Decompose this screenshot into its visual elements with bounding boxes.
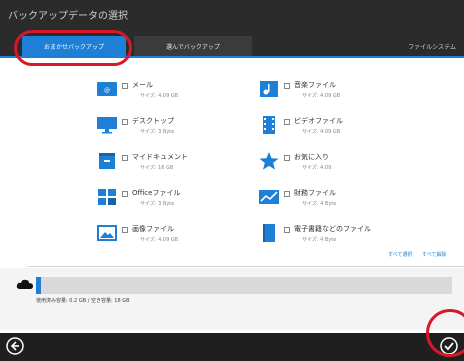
back-arrow-icon[interactable] xyxy=(6,337,24,355)
category-documents[interactable]: マイドキュメント サイズ: 16 GB xyxy=(96,150,266,180)
divider xyxy=(28,266,464,267)
favorites-checkbox[interactable] xyxy=(284,155,290,161)
picture-icon xyxy=(97,225,117,241)
documents-checkbox[interactable] xyxy=(122,155,128,161)
office-checkbox[interactable] xyxy=(122,191,128,197)
tab-underline xyxy=(0,56,464,58)
category-desktop[interactable]: デスクトップ サイズ: 3 Byte xyxy=(96,114,266,144)
file-system-link[interactable]: ファイルシステム xyxy=(408,42,456,51)
storage-panel: 使用済み容量: 0.2 GB / 空き容量: 18 GB xyxy=(0,268,464,330)
mail-icon: @ xyxy=(97,82,117,96)
item-label: マイドキュメント xyxy=(132,153,188,161)
item-label: 財務ファイル xyxy=(294,189,336,197)
storage-progress-fill xyxy=(36,277,41,294)
item-size: サイズ: 4 Byte xyxy=(302,237,337,243)
item-label: 音楽ファイル xyxy=(294,81,336,89)
item-size: サイズ: 4.09 GB xyxy=(302,93,341,99)
footer-bar xyxy=(0,333,464,361)
backup-category-grid: @ メール サイズ: 4.09 GB 音楽ファイル サイズ: 4.09 GB デ… xyxy=(0,68,464,263)
item-label: 電子書籍などのファイル xyxy=(294,225,371,233)
video-icon xyxy=(263,116,275,134)
category-ebooks[interactable]: 電子書籍などのファイル サイズ: 4 Byte xyxy=(258,222,428,252)
item-label: Officeファイル xyxy=(132,189,181,197)
category-mail[interactable]: @ メール サイズ: 4.09 GB xyxy=(96,78,266,108)
category-office[interactable]: Officeファイル サイズ: 3 Byte xyxy=(96,186,266,216)
office-icon xyxy=(98,189,116,205)
ebook-icon xyxy=(263,224,275,242)
star-icon xyxy=(259,152,279,170)
item-size: サイズ: 4 Byte xyxy=(302,201,337,207)
item-label: お気に入り xyxy=(294,153,329,161)
item-label: メール xyxy=(132,81,153,89)
item-size: サイズ: 4.09 GB xyxy=(302,129,341,135)
desktop-checkbox[interactable] xyxy=(122,119,128,125)
item-label: 画像ファイル xyxy=(132,225,174,233)
music-checkbox[interactable] xyxy=(284,83,290,89)
documents-icon xyxy=(99,153,115,169)
item-size: サイズ: 16 GB xyxy=(140,165,174,171)
storage-usage-text: 使用済み容量: 0.2 GB / 空き容量: 18 GB xyxy=(36,298,130,304)
item-size: サイズ: 3 Byte xyxy=(140,201,175,207)
video-checkbox[interactable] xyxy=(284,119,290,125)
check-icon[interactable] xyxy=(440,337,458,355)
item-label: ビデオファイル xyxy=(294,117,343,125)
category-finance[interactable]: 財務ファイル サイズ: 4 Byte xyxy=(258,186,428,216)
category-pictures[interactable]: 画像ファイル サイズ: 4.09 GB xyxy=(96,222,266,252)
desktop-icon xyxy=(97,117,117,134)
selection-links: すべて選択 すべて解除 xyxy=(380,251,447,258)
category-video[interactable]: ビデオファイル サイズ: 4.09 GB xyxy=(258,114,428,144)
item-label: デスクトップ xyxy=(132,117,174,125)
music-icon xyxy=(260,81,278,97)
select-all-link[interactable]: すべて選択 xyxy=(388,252,412,258)
clear-all-link[interactable]: すべて解除 xyxy=(422,252,446,258)
category-favorites[interactable]: お気に入り サイズ: 4.09 xyxy=(258,150,428,180)
tab-select-backup[interactable]: 選んでバックアップ xyxy=(134,36,252,56)
mail-checkbox[interactable] xyxy=(122,83,128,89)
header-bar: バックアップデータの選択 おまかせバックアップ 選んでバックアップ ファイルシス… xyxy=(0,0,464,58)
finance-checkbox[interactable] xyxy=(284,191,290,197)
item-size: サイズ: 3 Byte xyxy=(140,129,175,135)
storage-progress-bar xyxy=(36,277,452,294)
item-size: サイズ: 4.09 GB xyxy=(140,237,179,243)
category-music[interactable]: 音楽ファイル サイズ: 4.09 GB xyxy=(258,78,428,108)
svg-text:@: @ xyxy=(104,87,110,94)
item-size: サイズ: 4.09 GB xyxy=(140,93,179,99)
ebooks-checkbox[interactable] xyxy=(284,227,290,233)
pictures-checkbox[interactable] xyxy=(122,227,128,233)
finance-icon xyxy=(259,190,279,204)
item-size: サイズ: 4.09 xyxy=(302,165,332,171)
page-title: バックアップデータの選択 xyxy=(8,11,128,22)
tab-auto-backup[interactable]: おまかせバックアップ xyxy=(22,36,126,56)
cloud-icon xyxy=(16,279,33,289)
